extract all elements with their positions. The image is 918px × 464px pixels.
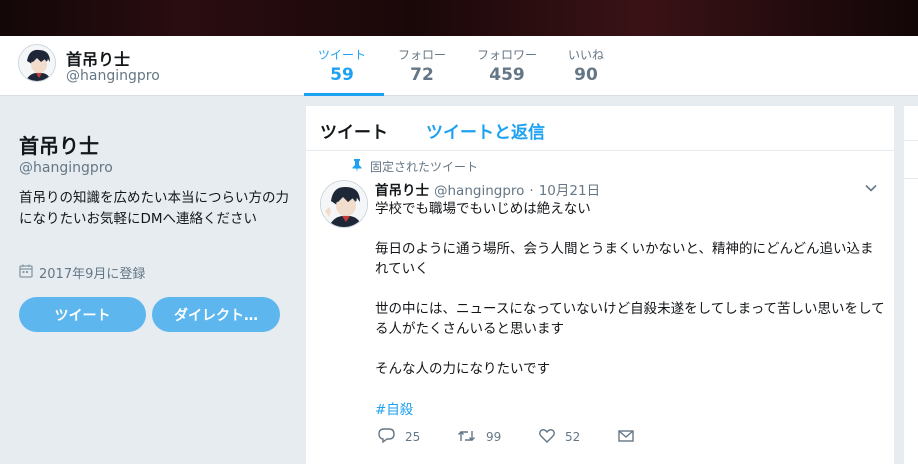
retweet-action[interactable]: 99 (457, 429, 539, 446)
header-handle: @hangingpro (66, 68, 160, 84)
tweet-actions: 25 99 52 (378, 428, 634, 446)
pinned-text: 固定されたツイート (370, 160, 479, 174)
stat-likes[interactable]: いいね 90 (568, 46, 604, 85)
stat-value: 459 (489, 65, 525, 85)
stat-value: 72 (410, 65, 434, 85)
stat-label: フォロワー (477, 48, 538, 62)
tweet-author-name[interactable]: 首吊り士 (375, 179, 429, 199)
profile-handle[interactable]: @hangingpro (19, 160, 113, 176)
active-stat-underline (304, 93, 384, 96)
timeline-tabs: ツイート ツイートと返信 (306, 106, 894, 151)
retweet-icon (457, 429, 476, 446)
tweet-date[interactable]: 10月21日 (539, 179, 600, 199)
profile-banner (0, 0, 918, 36)
joined-date: 2017年9月に登録 (39, 267, 146, 282)
tweet-header: 首吊り士 @hangingpro · 10月21日 (375, 179, 600, 199)
like-action[interactable]: 52 (539, 428, 618, 446)
tweet-text: 学校でも職場でもいじめは絶えない 毎日のように通う場所、会う人間とうまくいかない… (375, 199, 885, 399)
stat-label: いいね (568, 48, 605, 62)
chevron-down-icon[interactable] (864, 180, 878, 194)
divider (904, 140, 918, 141)
stat-tweets[interactable]: ツイート 59 (318, 46, 366, 85)
stat-label: ツイート (318, 48, 367, 62)
calendar-icon (19, 264, 33, 282)
profile-name: 首吊り士 (19, 134, 99, 158)
reply-count: 25 (405, 430, 421, 444)
tweet-paragraph: 学校でも職場でもいじめは絶えない (375, 201, 591, 217)
retweet-count: 99 (486, 430, 502, 444)
tab-tweets[interactable]: ツイート (320, 118, 388, 143)
right-sidebar (904, 106, 918, 464)
tweet-paragraph: 世の中には、ニュースになっていないけど自殺未遂をしてしまって苦しい思いをしてる人… (375, 301, 885, 337)
profile-joined: 2017年9月に登録 (19, 263, 145, 282)
pin-icon (352, 158, 362, 175)
message-action[interactable] (618, 429, 634, 445)
tweet-paragraph: 毎日のように通う場所、会う人間とうまくいかないと、精神的にどんどん追い込まれてい… (375, 241, 874, 277)
divider (904, 178, 918, 179)
stat-followers[interactable]: フォロワー 459 (477, 46, 537, 85)
pinned-label: 固定されたツイート (352, 158, 478, 175)
reply-action[interactable]: 25 (378, 428, 457, 446)
like-icon (539, 428, 555, 446)
timeline: ツイート ツイートと返信 固定されたツイート 首吊り士 @hangingpro … (306, 106, 894, 464)
tab-tweets-and-replies[interactable]: ツイートと返信 (426, 118, 545, 143)
stat-value: 90 (574, 65, 598, 85)
stat-value: 59 (330, 65, 354, 85)
message-icon (618, 429, 634, 445)
tweet-paragraph: そんな人の力になりたいです (375, 361, 551, 377)
avatar[interactable] (18, 44, 56, 82)
stat-label: フォロー (398, 48, 447, 62)
profile-nav-bar: 首吊り士 @hangingpro ツイート 59 フォロー 72 フォロワー 4… (0, 36, 918, 96)
tweet-button[interactable]: ツイート (19, 297, 146, 332)
tweet-separator: · (529, 183, 534, 199)
direct-message-button[interactable]: ダイレクト… (152, 297, 280, 332)
tweet-hashtag[interactable]: #自殺 (375, 398, 413, 418)
tweet-avatar[interactable] (320, 180, 368, 228)
profile-bio: 首吊りの知識を広めたい本当につらい方の力になりたいお気軽にDMへ連絡ください (19, 190, 289, 227)
stat-following[interactable]: フォロー 72 (398, 46, 446, 85)
header-name: 首吊り士 (66, 50, 131, 69)
like-count: 52 (565, 430, 581, 444)
tweet-author-handle[interactable]: @hangingpro (434, 183, 524, 199)
reply-icon (378, 428, 395, 446)
